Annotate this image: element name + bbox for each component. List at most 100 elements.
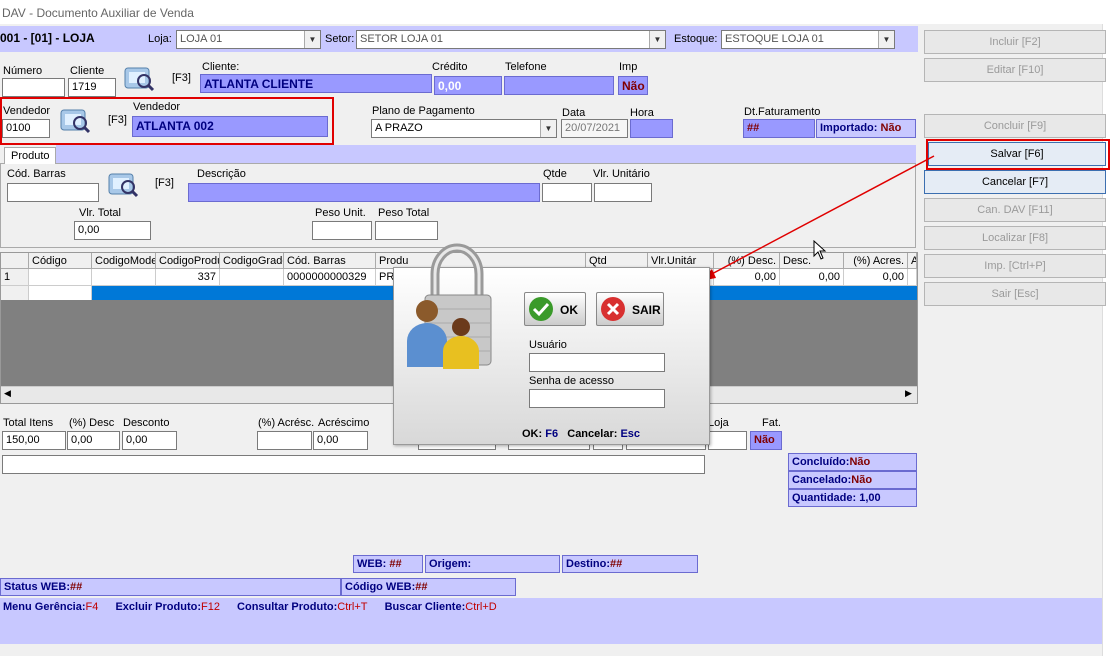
cancelar-button[interactable]: Cancelar [F7] xyxy=(924,170,1106,194)
shortcut-footer: Menu Gerência:F4 Excluir Produto:F12 Con… xyxy=(0,598,1102,644)
descricao-label: Descrição xyxy=(197,168,246,180)
setor-label: Setor: xyxy=(325,33,355,45)
usuario-label: Usuário xyxy=(529,339,567,351)
chevron-down-icon[interactable]: ▼ xyxy=(649,31,665,48)
chevron-down-icon[interactable]: ▼ xyxy=(540,120,556,137)
table-cell[interactable]: 337 xyxy=(156,269,220,286)
pct-desc-input[interactable]: 0,00 xyxy=(67,431,120,450)
cancelado-status: Cancelado:Não xyxy=(788,471,917,489)
sair-button[interactable]: Sair [Esc] xyxy=(924,282,1106,306)
cliente-name-field[interactable]: ATLANTA CLIENTE xyxy=(200,74,432,93)
vendedor-code-input[interactable]: 0100 xyxy=(2,119,50,138)
f3-hint: [F3] xyxy=(172,72,191,84)
checkmark-icon xyxy=(529,297,553,321)
plano-select[interactable]: A PRAZO ▼ xyxy=(371,119,557,138)
grid-header[interactable]: Cód. Barras xyxy=(284,253,376,269)
acrescimo-input[interactable]: 0,00 xyxy=(313,431,368,450)
annotation-arrow xyxy=(700,155,935,281)
vlr-total-label: Vlr. Total xyxy=(79,207,121,219)
cliente-code-input[interactable]: 1719 xyxy=(68,78,116,97)
can-dav-button[interactable]: Can. DAV [F11] xyxy=(924,198,1106,222)
total-itens-label: Total Itens xyxy=(3,417,54,429)
estoque-select[interactable]: ESTOQUE LOJA 01 ▼ xyxy=(721,30,895,49)
senha-input[interactable] xyxy=(529,389,665,408)
grid-header[interactable]: CodigoProdu xyxy=(156,253,220,269)
tab-produto[interactable]: Produto xyxy=(4,147,56,164)
codbarras-input[interactable] xyxy=(7,183,99,202)
loja-label: Loja: xyxy=(148,33,172,45)
credito-label: Crédito xyxy=(432,61,468,73)
imp-label: Imp xyxy=(619,61,638,73)
destino-status: Destino:## xyxy=(562,555,698,573)
pct-acresc-label: (%) Acrésc. xyxy=(258,417,315,429)
data-input[interactable]: 20/07/2021 xyxy=(561,119,628,138)
f3-hint: [F3] xyxy=(108,114,127,126)
search-product-icon[interactable] xyxy=(106,168,140,198)
title-bar: DAV - Documento Auxiliar de Venda xyxy=(0,0,1114,24)
setor-select[interactable]: SETOR LOJA 01 ▼ xyxy=(356,30,666,49)
vendedor-name-field[interactable]: ATLANTA 002 xyxy=(132,116,328,137)
scroll-left-icon[interactable]: ◀ xyxy=(4,388,11,399)
salvar-button[interactable]: Salvar [F6] xyxy=(928,142,1106,166)
grid-header[interactable]: Código xyxy=(29,253,92,269)
chevron-down-icon[interactable]: ▼ xyxy=(304,31,320,48)
grid-header[interactable]: CodigoGrade xyxy=(220,253,284,269)
loja-total-input[interactable] xyxy=(708,431,747,450)
numero-input[interactable] xyxy=(2,78,65,97)
usuario-input[interactable] xyxy=(529,353,665,372)
table-cell[interactable] xyxy=(29,269,92,286)
concluido-status: Concluído:Não xyxy=(788,453,917,471)
loja-select[interactable]: LOJA 01 ▼ xyxy=(176,30,321,49)
excluir-shortcut-label: Excluir Produto: xyxy=(115,601,201,613)
codigo-web: Código WEB:## xyxy=(341,578,516,596)
peso-total-label: Peso Total xyxy=(378,207,430,219)
dialog-sair-button[interactable]: SAIR xyxy=(596,292,664,326)
hora-label: Hora xyxy=(630,107,654,119)
search-seller-icon[interactable] xyxy=(58,104,92,134)
table-cell[interactable]: 0000000000329 xyxy=(284,269,376,286)
table-cell[interactable] xyxy=(220,269,284,286)
qtde-input[interactable] xyxy=(542,183,592,202)
scroll-right-icon[interactable]: ▶ xyxy=(905,388,912,399)
desconto-input[interactable]: 0,00 xyxy=(122,431,177,450)
table-row-new-cell xyxy=(29,286,92,300)
grid-header[interactable]: CodigoModel xyxy=(92,253,156,269)
dialog-ok-button[interactable]: OK xyxy=(524,292,586,326)
telefone-label: Telefone xyxy=(505,61,547,73)
imp-field: Não xyxy=(618,76,648,95)
desconto-label: Desconto xyxy=(123,417,170,429)
estoque-label: Estoque: xyxy=(674,33,718,45)
vlr-unit-input[interactable] xyxy=(594,183,652,202)
imp-button[interactable]: Imp. [Ctrl+P] xyxy=(924,254,1106,278)
lock-users-icon xyxy=(407,243,492,369)
status-web: Status WEB:## xyxy=(0,578,341,596)
vendedor-label: Vendedor xyxy=(133,101,181,113)
menu-shortcut-label: Menu Gerência: xyxy=(3,601,86,613)
search-client-icon[interactable] xyxy=(122,62,156,92)
vlr-unit-label: Vlr. Unitário xyxy=(593,168,650,180)
cliente-code-label: Cliente xyxy=(70,65,105,77)
loja-total-label: Loja xyxy=(708,417,729,429)
mouse-cursor-icon xyxy=(813,240,827,260)
codbarras-label: Cód. Barras xyxy=(7,168,66,180)
dialog-shortcut-hint: OK: F6 Cancelar: Esc xyxy=(522,428,641,440)
peso-unit-input[interactable] xyxy=(312,221,372,240)
concluir-button[interactable]: Concluir [F9] xyxy=(924,114,1106,138)
pct-acresc-input[interactable] xyxy=(257,431,312,450)
data-label: Data xyxy=(562,107,586,119)
descricao-field xyxy=(188,183,540,202)
hora-field xyxy=(630,119,673,138)
chevron-down-icon[interactable]: ▼ xyxy=(878,31,894,48)
vlr-total-input[interactable]: 0,00 xyxy=(74,221,151,240)
editar-button[interactable]: Editar [F10] xyxy=(924,58,1106,82)
observacao-input[interactable] xyxy=(2,455,705,474)
table-cell[interactable] xyxy=(92,269,156,286)
vendedor-code-label: Vendedor xyxy=(3,105,51,117)
menu-shortcut-key: F4 xyxy=(85,601,99,613)
numero-label: Número xyxy=(3,65,43,77)
incluir-button[interactable]: Incluir [F2] xyxy=(924,30,1106,54)
table-row-index: 1 xyxy=(1,269,29,286)
localizar-button[interactable]: Localizar [F8] xyxy=(924,226,1106,250)
f3-hint: [F3] xyxy=(155,177,174,189)
web-status: WEB: ## xyxy=(353,555,423,573)
